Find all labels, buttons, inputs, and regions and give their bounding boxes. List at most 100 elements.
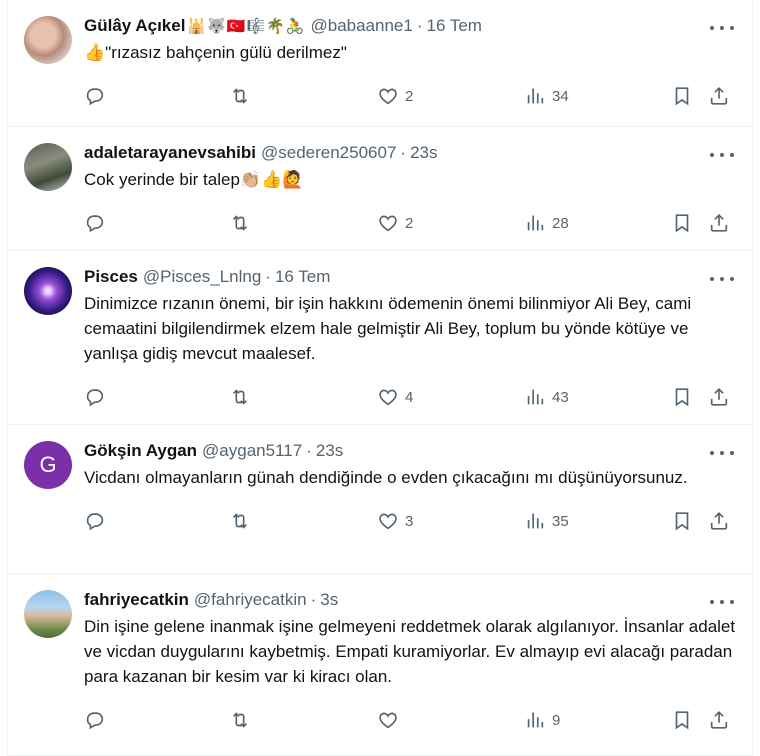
timestamp[interactable]: 16 Tem <box>427 16 482 36</box>
heart-icon <box>379 389 397 406</box>
bookmark-button[interactable] <box>671 85 693 107</box>
views-icon <box>527 215 544 231</box>
tweet[interactable]: G Gökşin Aygan @aygan5117 · 23s Vicdanı … <box>8 425 752 574</box>
timeline: Gülây Açıkel 🕌🐺🇹🇷🎼🌴🚴 @babaanne1 · 16 Tem… <box>7 0 753 756</box>
more-icon <box>710 600 714 604</box>
reply-icon <box>86 513 104 531</box>
display-name[interactable]: fahriyecatkin <box>84 590 189 610</box>
timestamp[interactable]: 3s <box>320 590 338 610</box>
separator-dot: · <box>265 267 271 286</box>
tweet[interactable]: Pisces @Pisces_Lnlng · 16 Tem Dinimizce … <box>8 251 752 425</box>
bookmark-button[interactable] <box>671 709 693 731</box>
tweet-text: Vicdanı olmayanların günah dendiğinde o … <box>84 468 688 487</box>
share-icon <box>710 87 728 105</box>
share-button[interactable] <box>708 510 730 532</box>
timestamp[interactable]: 23s <box>410 143 437 163</box>
separator-dot: · <box>400 143 407 162</box>
avatar[interactable] <box>24 267 72 315</box>
tweet[interactable]: fahriyecatkin @fahriyecatkin · 3s Din iş… <box>8 574 752 756</box>
share-button[interactable] <box>708 386 730 408</box>
display-name[interactable]: Pisces <box>84 267 138 287</box>
reply-icon <box>86 712 104 730</box>
user-handle[interactable]: @babaanne1 <box>310 16 412 36</box>
views-button[interactable]: 43 <box>524 386 569 408</box>
bookmark-icon <box>675 711 689 730</box>
share-button[interactable] <box>708 212 730 234</box>
retweet-button[interactable] <box>229 386 257 408</box>
retweet-button[interactable] <box>229 212 257 234</box>
like-button[interactable]: 2 <box>377 85 413 107</box>
reply-button[interactable] <box>84 85 112 107</box>
tweet[interactable]: adaletarayanevsahibi @sederen250607 · 23… <box>8 127 752 251</box>
views-button[interactable]: 34 <box>524 85 569 107</box>
tweet-text: Din işine gelene inanmak işine gelmeyeni… <box>84 617 736 686</box>
retweet-button[interactable] <box>229 709 257 731</box>
heart-icon <box>379 215 397 232</box>
user-handle[interactable]: @fahriyecatkin <box>194 590 307 610</box>
bookmark-icon <box>675 512 689 531</box>
like-button[interactable]: 4 <box>377 386 413 408</box>
separator-dot: · <box>416 16 423 35</box>
more-button[interactable] <box>710 271 734 287</box>
bookmark-button[interactable] <box>671 212 693 234</box>
avatar[interactable] <box>24 590 72 638</box>
more-button[interactable] <box>710 20 734 36</box>
tweet[interactable]: Gülây Açıkel 🕌🐺🇹🇷🎼🌴🚴 @babaanne1 · 16 Tem… <box>8 0 752 127</box>
like-button[interactable] <box>377 709 405 731</box>
reply-button[interactable] <box>84 212 112 234</box>
share-icon <box>710 388 728 406</box>
views-icon <box>527 389 544 405</box>
bookmark-button[interactable] <box>671 386 693 408</box>
retweet-icon <box>232 712 248 728</box>
heart-icon <box>379 712 397 729</box>
more-button[interactable] <box>710 445 734 461</box>
more-icon <box>710 26 714 30</box>
more-button[interactable] <box>710 594 734 610</box>
more-icon <box>710 451 714 455</box>
retweet-icon <box>232 88 248 104</box>
avatar[interactable] <box>24 16 72 64</box>
display-name[interactable]: Gökşin Aygan <box>84 441 197 461</box>
share-button[interactable] <box>708 709 730 731</box>
user-handle[interactable]: @sederen250607 <box>261 143 396 163</box>
reply-button[interactable] <box>84 510 112 532</box>
views-button[interactable]: 35 <box>524 510 569 532</box>
action-bar: 9 <box>84 703 736 737</box>
retweet-icon <box>232 389 248 405</box>
heart-icon <box>379 88 397 105</box>
share-icon <box>710 711 728 729</box>
tweet-text: Dinimizce rızanın önemi, bir işin hakkın… <box>84 294 692 363</box>
like-button[interactable]: 3 <box>377 510 413 532</box>
like-button[interactable]: 2 <box>377 212 413 234</box>
action-bar: 2 34 <box>84 79 736 113</box>
more-icon <box>710 153 714 157</box>
views-icon <box>527 513 544 529</box>
timestamp[interactable]: 16 Tem <box>275 267 330 287</box>
views-button[interactable]: 28 <box>524 212 569 234</box>
reply-button[interactable] <box>84 709 112 731</box>
share-button[interactable] <box>708 85 730 107</box>
timestamp[interactable]: 23s <box>316 441 343 461</box>
separator-dot: · <box>306 441 312 460</box>
display-name[interactable]: adaletarayanevsahibi <box>84 143 256 163</box>
reply-icon <box>86 88 104 106</box>
views-icon <box>527 712 544 728</box>
more-button[interactable] <box>710 147 734 163</box>
retweet-button[interactable] <box>229 510 257 532</box>
display-name[interactable]: Gülây Açıkel <box>84 16 185 36</box>
bookmark-icon <box>675 87 689 106</box>
user-handle[interactable]: @Pisces_Lnlng <box>143 267 261 287</box>
retweet-icon <box>232 215 248 231</box>
avatar[interactable]: G <box>24 441 72 489</box>
views-button[interactable]: 9 <box>524 709 560 731</box>
views-icon <box>527 88 544 104</box>
retweet-button[interactable] <box>229 85 257 107</box>
user-handle[interactable]: @aygan5117 <box>202 441 302 461</box>
reply-icon <box>86 389 104 407</box>
action-bar: 3 35 <box>84 504 736 538</box>
tweet-text: 👍"rızasız bahçenin gülü derilmez" <box>84 43 347 62</box>
avatar[interactable] <box>24 143 72 191</box>
tweet-text: Cok yerinde bir talep👏🏼👍🙋 <box>84 170 304 189</box>
bookmark-button[interactable] <box>671 510 693 532</box>
reply-button[interactable] <box>84 386 112 408</box>
